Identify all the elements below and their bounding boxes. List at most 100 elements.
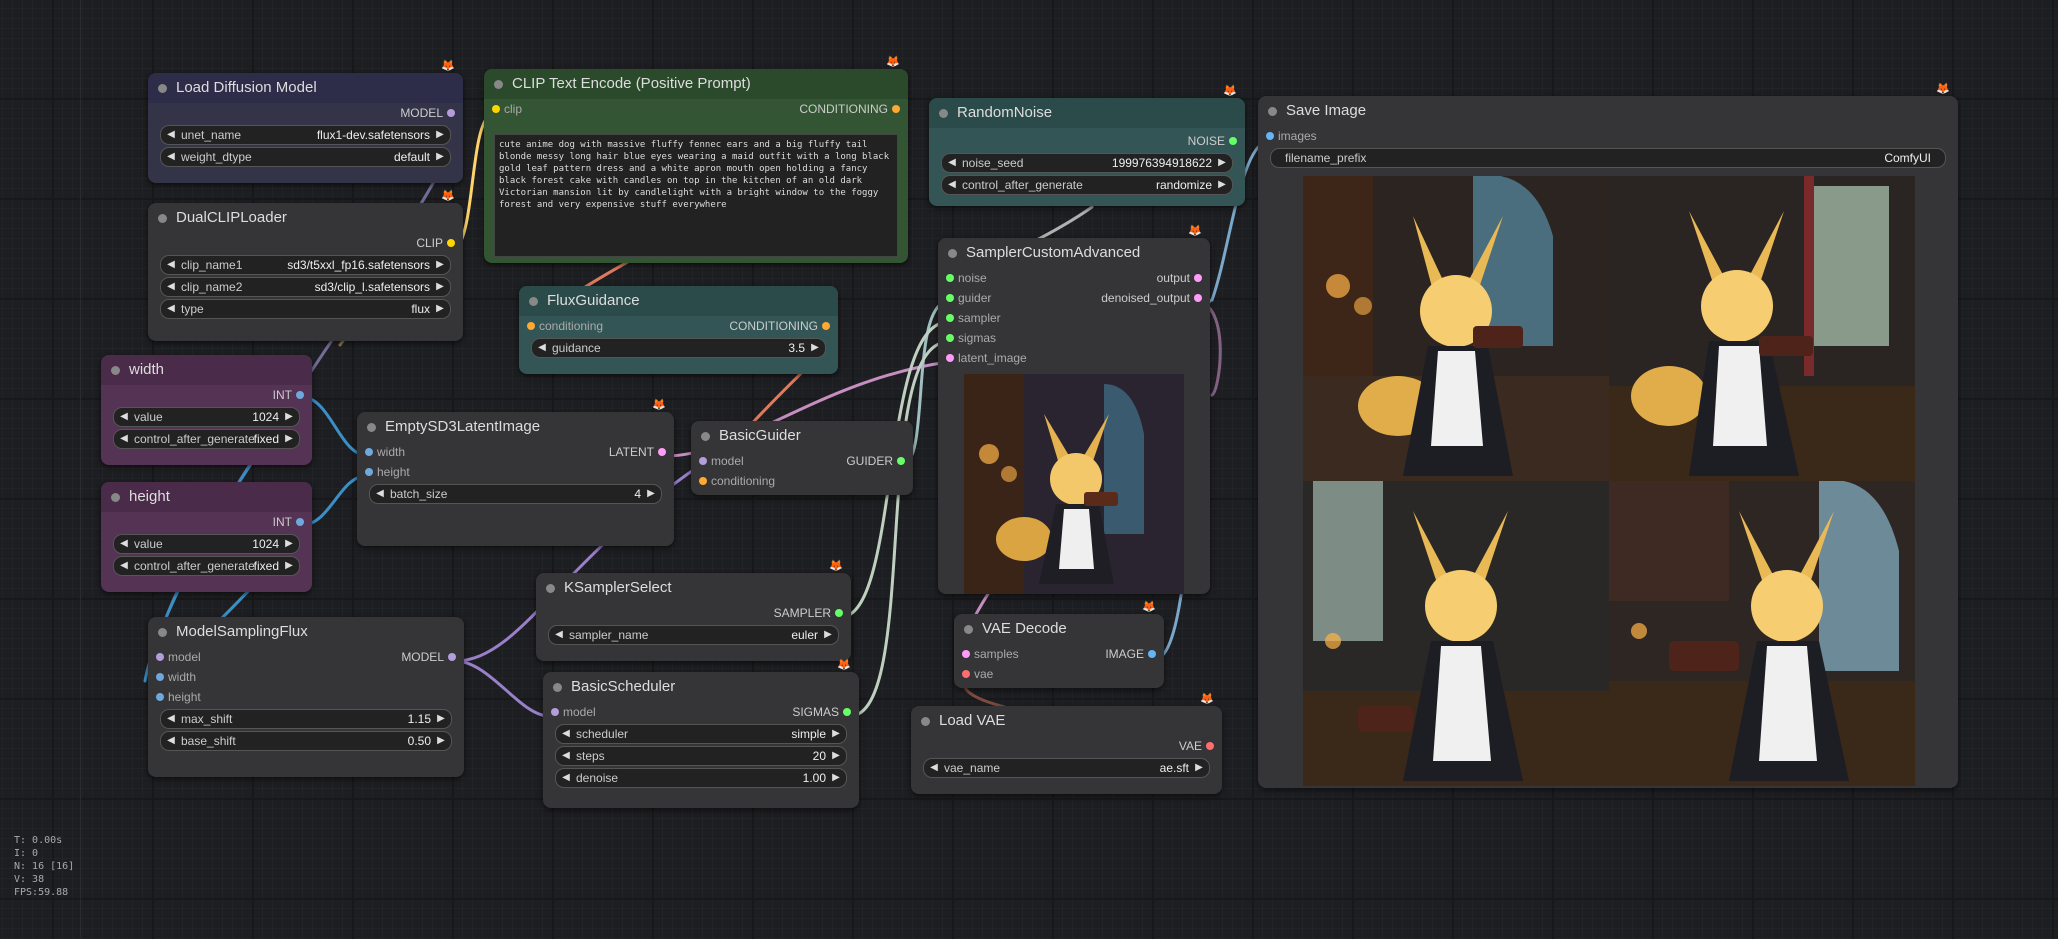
node-title[interactable]: ModelSamplingFlux [148,617,464,647]
node-empty-sd3-latent-image[interactable]: 🦊 EmptySD3LatentImage width LATENT height… [357,399,674,546]
node-height[interactable]: height INT ◀ value 1024 ▶ ◀ control_after_ge… [101,482,312,592]
sigmas-output-slot[interactable] [843,708,851,716]
left-arrow-icon[interactable]: ◀ [945,154,959,172]
conditioning-input-slot[interactable] [699,477,707,485]
prompt-textarea[interactable]: cute anime dog with massive fluffy fenne… [494,134,898,257]
right-arrow-icon[interactable]: ▶ [282,535,296,553]
right-arrow-icon[interactable]: ▶ [829,725,843,743]
node-ksampler-select[interactable]: 🦊 KSamplerSelect SAMPLER ◀ sampler_name eu… [536,560,851,661]
collapse-dot-icon[interactable] [158,84,167,93]
height-input-slot[interactable] [156,693,164,701]
right-arrow-icon[interactable]: ▶ [644,485,658,503]
denoise-number[interactable]: ◀ denoise 1.00 ▶ [555,768,847,788]
output-image-2[interactable] [1609,176,1915,481]
filename-prefix-text[interactable]: filename_prefix ComfyUI [1270,148,1946,168]
unet-name-combo[interactable]: ◀ unet_name flux1-dev.safetensors ▶ [160,125,451,145]
left-arrow-icon[interactable]: ◀ [927,759,941,777]
collapse-dot-icon[interactable] [529,297,538,306]
left-arrow-icon[interactable]: ◀ [552,626,566,644]
right-arrow-icon[interactable]: ▶ [433,126,447,144]
guidance-number[interactable]: ◀ guidance 3.5 ▶ [531,338,826,358]
left-arrow-icon[interactable]: ◀ [945,176,959,194]
steps-number[interactable]: ◀ steps 20 ▶ [555,746,847,766]
left-arrow-icon[interactable]: ◀ [164,256,178,274]
node-basic-guider[interactable]: BasicGuider model GUIDER conditioning [691,421,913,495]
right-arrow-icon[interactable]: ▶ [282,430,296,448]
conditioning-input-slot[interactable] [527,322,535,330]
right-arrow-icon[interactable]: ▶ [821,626,835,644]
node-title[interactable]: Save Image [1258,96,1958,126]
vae-name-combo[interactable]: ◀ vae_name ae.sft ▶ [923,758,1210,778]
noise-input-slot[interactable] [946,274,954,282]
clip-name2-combo[interactable]: ◀ clip_name2 sd3/clip_l.safetensors ▶ [160,277,451,297]
node-load-vae[interactable]: 🦊 Load VAE VAE ◀ vae_name ae.sft ▶ [911,693,1222,794]
noise-seed-number[interactable]: ◀ noise_seed 199976394918622 ▶ [941,153,1233,173]
node-title[interactable]: BasicScheduler [543,672,859,702]
max-shift-number[interactable]: ◀ max_shift 1.15 ▶ [160,709,452,729]
vae-output-slot[interactable] [1206,742,1214,750]
model-input-slot[interactable] [699,457,707,465]
right-arrow-icon[interactable]: ▶ [282,408,296,426]
base-shift-number[interactable]: ◀ base_shift 0.50 ▶ [160,731,452,751]
node-title[interactable]: width [101,355,312,385]
node-random-noise[interactable]: 🦊 RandomNoise NOISE ◀ noise_seed 199976394… [929,85,1245,206]
collapse-dot-icon[interactable] [111,493,120,502]
conditioning-output-slot[interactable] [892,105,900,113]
collapse-dot-icon[interactable] [494,80,503,89]
image-output-slot[interactable] [1148,650,1156,658]
node-title[interactable]: SamplerCustomAdvanced [938,238,1210,268]
samples-input-slot[interactable] [962,650,970,658]
output-image-4[interactable] [1609,481,1915,786]
right-arrow-icon[interactable]: ▶ [433,256,447,274]
left-arrow-icon[interactable]: ◀ [559,747,573,765]
control-after-generate-combo[interactable]: ◀ control_after_generate fixed ▶ [113,556,300,576]
scheduler-combo[interactable]: ◀ scheduler simple ▶ [555,724,847,744]
collapse-dot-icon[interactable] [701,432,710,441]
collapse-dot-icon[interactable] [158,214,167,223]
control-after-generate-combo[interactable]: ◀ control_after_generate randomize ▶ [941,175,1233,195]
collapse-dot-icon[interactable] [546,584,555,593]
left-arrow-icon[interactable]: ◀ [164,732,178,750]
type-combo[interactable]: ◀ type flux ▶ [160,299,451,319]
node-title[interactable]: EmptySD3LatentImage [357,412,674,442]
images-input-slot[interactable] [1266,132,1274,140]
vae-input-slot[interactable] [962,670,970,678]
right-arrow-icon[interactable]: ▶ [434,710,448,728]
right-arrow-icon[interactable]: ▶ [829,747,843,765]
model-output-slot[interactable] [448,653,456,661]
right-arrow-icon[interactable]: ▶ [433,300,447,318]
left-arrow-icon[interactable]: ◀ [373,485,387,503]
left-arrow-icon[interactable]: ◀ [164,300,178,318]
latent-image-input-slot[interactable] [946,354,954,362]
sigmas-input-slot[interactable] [946,334,954,342]
node-flux-guidance[interactable]: FluxGuidance conditioning CONDITIONING ◀ g… [519,286,838,374]
collapse-dot-icon[interactable] [553,683,562,692]
height-input-slot[interactable] [365,468,373,476]
denoised-output-slot[interactable] [1194,294,1202,302]
node-title[interactable]: FluxGuidance [519,286,838,316]
weight-dtype-combo[interactable]: ◀ weight_dtype default ▶ [160,147,451,167]
collapse-dot-icon[interactable] [948,249,957,258]
left-arrow-icon[interactable]: ◀ [559,769,573,787]
right-arrow-icon[interactable]: ▶ [433,278,447,296]
conditioning-output-slot[interactable] [822,322,830,330]
batch-size-number[interactable]: ◀ batch_size 4 ▶ [369,484,662,504]
node-vae-decode[interactable]: 🦊 VAE Decode samples IMAGE vae [954,601,1164,688]
output-image-1[interactable] [1303,176,1609,481]
left-arrow-icon[interactable]: ◀ [164,126,178,144]
node-load-diffusion-model[interactable]: 🦊 Load Diffusion Model MODEL ◀ unet_name f… [148,60,463,183]
node-dual-clip-loader[interactable]: 🦊 DualCLIPLoader CLIP ◀ clip_name1 sd3/t5x… [148,190,463,341]
left-arrow-icon[interactable]: ◀ [164,710,178,728]
width-input-slot[interactable] [365,448,373,456]
noise-output-slot[interactable] [1229,137,1237,145]
right-arrow-icon[interactable]: ▶ [433,148,447,166]
right-arrow-icon[interactable]: ▶ [282,557,296,575]
output-image-3[interactable] [1303,481,1609,786]
node-clip-text-encode[interactable]: 🦊 CLIP Text Encode (Positive Prompt) cli… [484,56,908,263]
collapse-dot-icon[interactable] [111,366,120,375]
int-output-slot[interactable] [296,391,304,399]
right-arrow-icon[interactable]: ▶ [829,769,843,787]
sampler-input-slot[interactable] [946,314,954,322]
left-arrow-icon[interactable]: ◀ [164,148,178,166]
output-slot[interactable] [1194,274,1202,282]
